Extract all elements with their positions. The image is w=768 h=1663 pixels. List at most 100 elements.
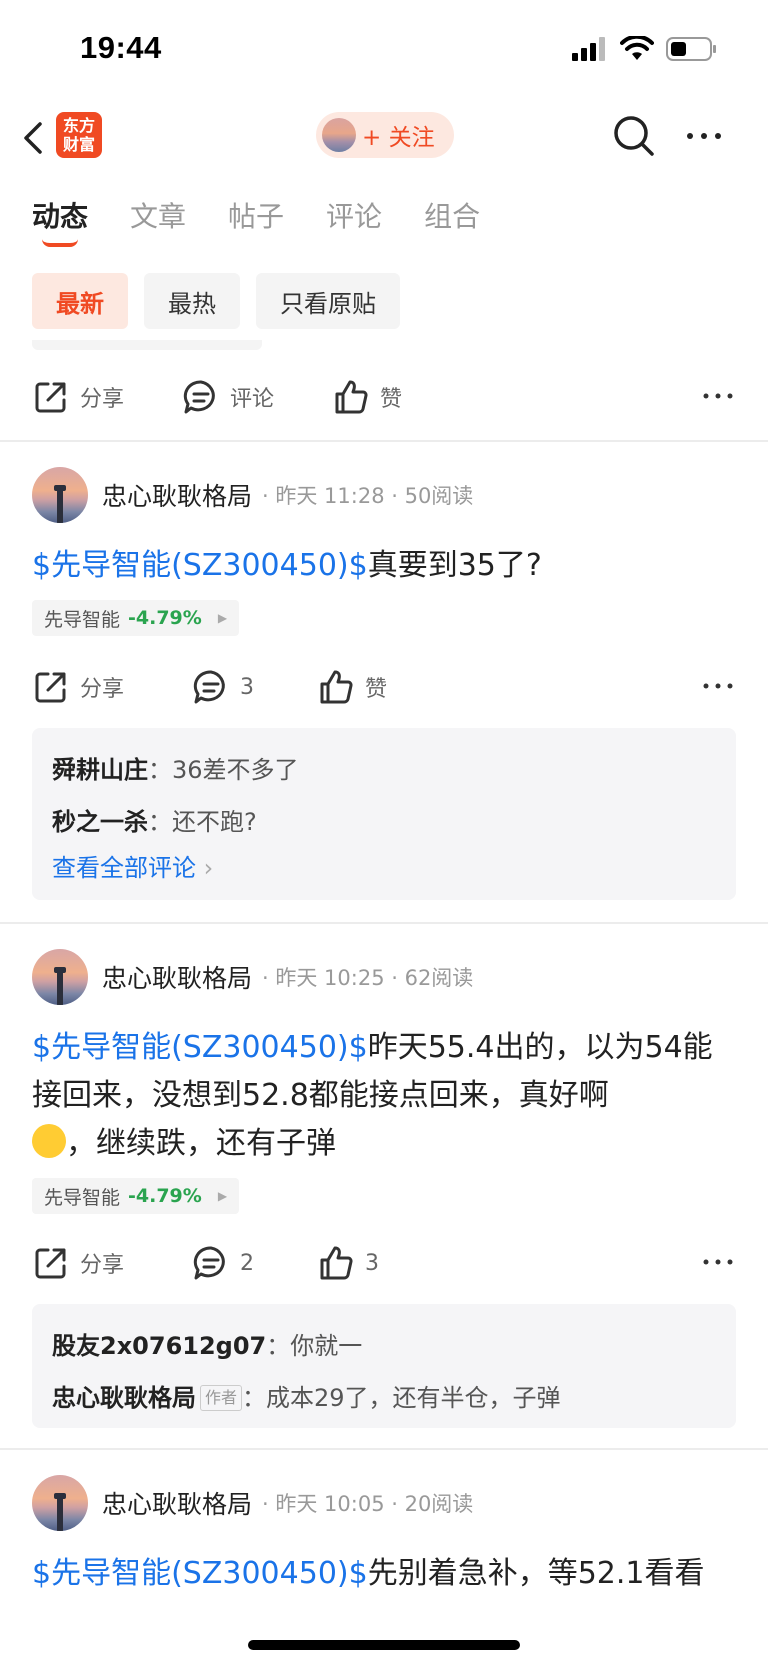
previous-post-stub [32,340,262,350]
post-text[interactable]: $先导智能(SZ300450)$昨天55.4出的，以为54能接回来，没想到52.… [32,1024,736,1168]
logo-line-2: 财富 [62,135,95,154]
comment-text: 你就一 [290,1332,363,1360]
share-button[interactable]: 分享 [32,668,192,706]
battery-icon [666,37,716,61]
laughing-emoji-icon [32,1124,66,1158]
comment-button[interactable]: 2 [192,1244,317,1282]
stock-link[interactable]: $先导智能(SZ300450)$ [32,1556,368,1591]
comment-preview: 舜耕山庄：36差不多了 秒之一杀：还不跑? 查看全部评论 › [32,728,736,900]
thumbs-up-icon [335,380,368,414]
filter-original-only[interactable]: 只看原贴 [256,273,400,329]
author-name[interactable]: 忠心耿耿格局 [102,1485,252,1521]
share-icon [35,672,66,703]
author-badge: 作者 [200,1385,243,1411]
tab-active-indicator [42,239,78,247]
share-button[interactable]: 分享 [32,378,182,416]
post-meta: · 昨天 11:28 · 50阅读 [262,484,474,508]
view-all-comments-link[interactable]: 查看全部评论 › [52,848,716,888]
share-label: 分享 [80,677,125,702]
filter-latest[interactable]: 最新 [32,273,128,329]
tab-dynamics[interactable]: 动态 [32,195,88,247]
post-author-row: 忠心耿耿格局 · 昨天 10:25 · 62阅读 [32,948,736,1006]
app-logo: 东方 财富 [56,112,102,158]
comment-button[interactable]: 评论 [182,378,332,416]
like-label: 赞 [380,387,403,412]
like-count: 3 [365,1250,379,1276]
more-icon[interactable] [682,118,726,154]
author-name[interactable]: 忠心耿耿格局 [102,477,252,513]
share-icon [35,1248,66,1279]
stock-link[interactable]: $先导智能(SZ300450)$ [32,1030,368,1065]
chevron-right-icon: ▶ [217,1189,228,1203]
comment-button[interactable]: 3 [192,668,317,706]
post-card: 忠心耿耿格局 · 昨天 10:25 · 62阅读 $先导智能(SZ300450)… [32,948,736,1214]
like-button[interactable]: 赞 [332,378,402,416]
filter-chips: 最新 最热 只看原贴 [32,273,400,329]
comment-item[interactable]: 舜耕山庄：36差不多了 [52,744,716,796]
author-name[interactable]: 忠心耿耿格局 [102,959,252,995]
post-text[interactable]: $先导智能(SZ300450)$真要到35了? [32,542,736,590]
share-icon [35,382,66,413]
stock-link[interactable]: $先导智能(SZ300450)$ [32,548,368,583]
avatar[interactable] [32,1475,88,1531]
divider [0,1448,768,1450]
comment-count: 3 [240,674,254,700]
post-text[interactable]: $先导智能(SZ300450)$先别着急补，等52.1看看 [32,1550,736,1598]
post-body: 先别着急补，等52.1看看 [367,1556,705,1591]
follow-button[interactable]: + 关注 [316,112,454,158]
tab-portfolios[interactable]: 组合 [424,195,480,235]
comment-text: 成本29了，还有半仓，子弹 [266,1384,561,1412]
share-label: 分享 [80,1253,125,1278]
comment-item[interactable]: 忠心耿耿格局 作者 ：成本29了，还有半仓，子弹 [52,1372,716,1424]
stock-chip-name: 先导智能 [44,1186,121,1209]
search-icon[interactable] [612,114,656,158]
comment-preview: 股友2x07612g07：你就一 忠心耿耿格局 作者 ：成本29了，还有半仓，子弹 [32,1304,736,1428]
stock-chip-change: -4.79% [128,1185,202,1207]
like-label: 赞 [365,677,388,702]
more-icon[interactable] [700,378,736,414]
more-icon[interactable] [700,1244,736,1280]
post-meta: · 昨天 10:25 · 62阅读 [262,966,474,990]
avatar[interactable] [32,949,88,1005]
avatar[interactable] [32,467,88,523]
divider [0,440,768,442]
post-card: 忠心耿耿格局 · 昨天 11:28 · 50阅读 $先导智能(SZ300450)… [32,466,736,636]
stock-chip-name: 先导智能 [44,608,121,631]
back-icon[interactable] [18,118,48,158]
commenter-name[interactable]: 舜耕山庄 [52,756,148,784]
comment-icon [193,1246,225,1280]
more-icon[interactable] [700,668,736,704]
share-button[interactable]: 分享 [32,1244,192,1282]
comment-item[interactable]: 秒之一杀：还不跑? [52,796,716,848]
thumbs-up-icon [320,670,353,704]
stock-chip-change: -4.79% [128,607,202,629]
commenter-name[interactable]: 忠心耿耿格局 [52,1384,196,1412]
status-icons [572,36,718,62]
commenter-name[interactable]: 秒之一杀 [52,808,148,836]
divider [0,922,768,924]
tab-articles[interactable]: 文章 [130,195,186,235]
post-author-row: 忠心耿耿格局 · 昨天 10:05 · 20阅读 [32,1474,736,1532]
tab-posts[interactable]: 帖子 [228,195,284,235]
comment-count: 2 [240,1250,254,1276]
nav-bar: 东方 财富 + 关注 [0,100,768,180]
like-button[interactable]: 3 [317,1244,379,1282]
post-meta: · 昨天 10:05 · 20阅读 [262,1492,474,1516]
commenter-name[interactable]: 股友2x07612g07 [52,1332,266,1360]
action-row: 分享 2 3 [32,1238,736,1288]
logo-line-1: 东方 [62,116,95,135]
stock-chip[interactable]: 先导智能 -4.79% ▶ [32,600,240,636]
cellular-signal-icon [572,37,605,61]
comment-text: 还不跑? [172,808,257,836]
follow-label: + 关注 [362,125,435,151]
post-author-row: 忠心耿耿格局 · 昨天 11:28 · 50阅读 [32,466,736,524]
stock-chip[interactable]: 先导智能 -4.79% ▶ [32,1178,240,1214]
tab-comments[interactable]: 评论 [326,195,382,235]
post-body: 真要到35了? [367,548,542,583]
wifi-icon [620,36,654,60]
filter-hottest[interactable]: 最热 [144,273,240,329]
comment-item[interactable]: 股友2x07612g07：你就一 [52,1320,716,1372]
status-bar: 19:44 [0,0,768,100]
action-row: 分享 评论 赞 [32,372,736,422]
like-button[interactable]: 赞 [317,668,387,706]
